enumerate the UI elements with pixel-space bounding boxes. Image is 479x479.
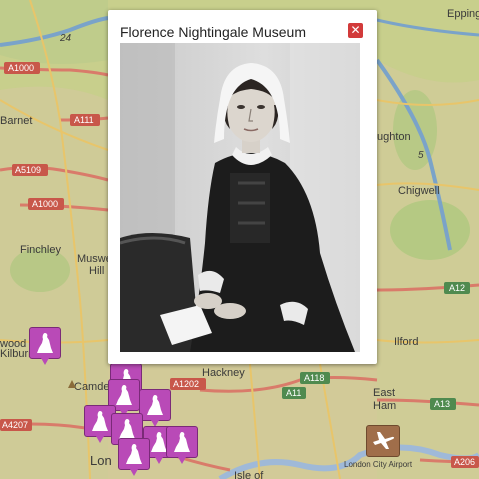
close-icon: ✕: [350, 23, 361, 37]
svg-text:24: 24: [59, 33, 72, 44]
road-shield-a4207: A4207: [0, 419, 32, 431]
close-button[interactable]: ✕: [348, 23, 363, 38]
place-label-east: East: [373, 387, 395, 399]
road-shield-a5109: A5109: [12, 164, 48, 176]
place-label-london: Lon: [90, 453, 112, 468]
svg-text:A206: A206: [454, 457, 475, 467]
svg-text:A1000: A1000: [8, 63, 34, 73]
place-label-london-city-airport: London City Airport: [344, 460, 413, 469]
road-shield-a1000-top: A1000: [4, 62, 40, 74]
svg-text:A12: A12: [449, 283, 465, 293]
road-shield-a118: A118: [300, 372, 330, 384]
statue-icon: [37, 333, 53, 353]
statue-marker[interactable]: [118, 438, 150, 476]
place-label-ilford: Ilford: [394, 336, 418, 348]
svg-text:A1000: A1000: [32, 199, 58, 209]
road-shield-a111: A111: [70, 114, 100, 126]
road-shield-a13: A13: [430, 398, 456, 410]
popup-title: Florence Nightingale Museum: [120, 24, 306, 40]
svg-text:A118: A118: [304, 373, 324, 383]
place-label-ham: Ham: [373, 400, 396, 412]
place-label-hill: Hill: [89, 265, 104, 277]
statue-marker[interactable]: [139, 389, 171, 427]
statue-marker[interactable]: [29, 327, 61, 365]
place-label-barnet: Barnet: [0, 115, 32, 127]
airplane-icon: [373, 432, 395, 449]
svg-text:A111: A111: [74, 115, 94, 125]
airport-marker[interactable]: [366, 425, 400, 457]
road-shield-a206: A206: [451, 456, 479, 468]
info-popup: Florence Nightingale Museum ✕: [108, 10, 377, 364]
statue-icon: [92, 411, 108, 431]
statue-icon: [126, 444, 142, 464]
statue-marker[interactable]: [166, 426, 198, 464]
svg-text:5: 5: [418, 150, 424, 161]
statue-icon: [174, 432, 190, 452]
svg-text:A13: A13: [434, 399, 450, 409]
road-shield-a11: A11: [282, 387, 306, 399]
place-label-chigwell: Chigwell: [398, 185, 440, 197]
motorway-shield-24: 24: [59, 33, 72, 44]
place-label-isle-of: Isle of: [234, 470, 264, 479]
place-label-finchley: Finchley: [20, 244, 61, 256]
motorway-shield-5: 5: [418, 150, 424, 161]
place-label-camden: Camde: [74, 381, 109, 393]
svg-text:A11: A11: [286, 388, 301, 398]
road-shield-a12: A12: [444, 282, 470, 294]
portrait-image: [120, 43, 360, 352]
statue-icon: [116, 385, 132, 405]
svg-text:A1202: A1202: [173, 379, 199, 389]
svg-text:A5109: A5109: [15, 165, 41, 175]
place-label-epping: Epping: [447, 8, 479, 20]
road-shield-a1000-mid: A1000: [28, 198, 64, 210]
statue-icon: [147, 395, 163, 415]
place-label-hackney: Hackney: [202, 367, 245, 379]
place-label-loughton: ughton: [377, 131, 411, 143]
road-shield-a1202: A1202: [170, 378, 206, 390]
svg-text:A4207: A4207: [2, 420, 28, 430]
